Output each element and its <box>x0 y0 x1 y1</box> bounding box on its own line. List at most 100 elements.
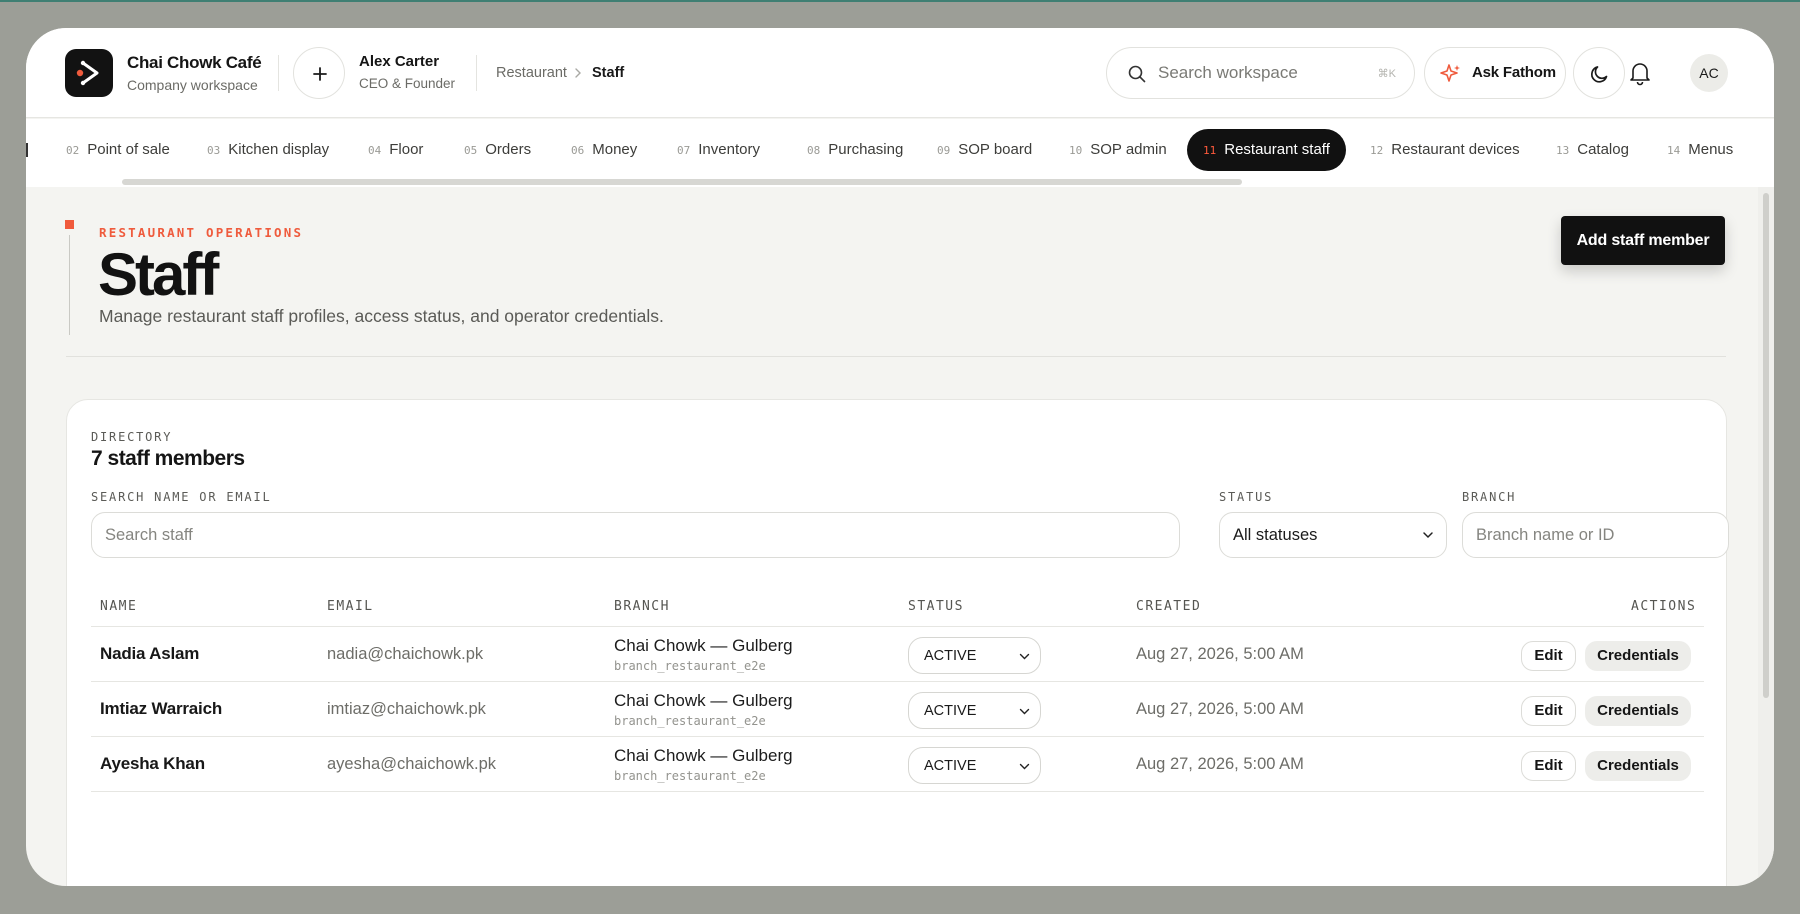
credentials-button[interactable]: Credentials <box>1585 641 1691 671</box>
col-header-status[interactable]: STATUS <box>908 599 964 614</box>
staff-status-value: ACTIVE <box>924 703 977 719</box>
table-row[interactable]: Ayesha Khan ayesha@chaichowk.pk Chai Cho… <box>67 737 1726 792</box>
col-header-actions: ACTIONS <box>1631 599 1697 614</box>
col-header-name[interactable]: NAME <box>100 599 137 614</box>
top-strip <box>0 0 1800 2</box>
staff-status-select[interactable]: ACTIVE <box>908 637 1041 674</box>
tab-number: 03 <box>207 144 221 157</box>
top-header: Chai Chowk Café Company workspace Alex C… <box>26 28 1774 118</box>
staff-status-select[interactable]: ACTIVE <box>908 747 1041 784</box>
staff-name: Ayesha Khan <box>100 754 205 773</box>
add-staff-button[interactable]: Add staff member <box>1561 216 1725 265</box>
tab-sop-board[interactable]: 09 SOP board <box>937 129 1032 171</box>
tab-number: 07 <box>677 144 691 157</box>
tab-number: 14 <box>1667 144 1681 157</box>
moon-icon <box>1591 66 1608 83</box>
tab-label: Orders <box>485 141 532 158</box>
tab-catalog[interactable]: 13 Catalog <box>1556 129 1629 171</box>
staff-created: Aug 27, 2026, 5:00 AM <box>1136 645 1304 663</box>
credentials-button[interactable]: Credentials <box>1585 751 1691 781</box>
col-header-branch[interactable]: BRANCH <box>614 599 670 614</box>
tab-number: 11 <box>1203 144 1217 157</box>
chevron-down-icon <box>1019 653 1030 660</box>
breadcrumb-current: Staff <box>592 65 625 81</box>
tabs-scrollbar[interactable] <box>122 179 1242 185</box>
tab-point-of-sale[interactable]: 02 Point of sale <box>66 129 170 171</box>
staff-directory-card: DIRECTORY 7 staff members SEARCH NAME OR… <box>66 399 1729 886</box>
edit-button[interactable]: Edit <box>1521 696 1576 726</box>
staff-status-value: ACTIVE <box>924 648 977 664</box>
page-description: Manage restaurant staff profiles, access… <box>99 306 664 326</box>
staff-created: Aug 27, 2026, 5:00 AM <box>1136 755 1304 773</box>
tab-orders[interactable]: 05 Orders <box>464 129 531 171</box>
staff-status-value: ACTIVE <box>924 758 977 774</box>
staff-created: Aug 27, 2026, 5:00 AM <box>1136 700 1304 718</box>
staff-email: imtiaz@chaichowk.pk <box>327 700 486 718</box>
page-title: Staff <box>98 241 219 308</box>
tab-label: Restaurant devices <box>1391 141 1520 158</box>
tab-inventory[interactable]: 07 Inventory <box>677 129 760 171</box>
tab-restaurant-devices[interactable]: 12 Restaurant devices <box>1370 129 1520 171</box>
staff-branch: Chai Chowk — Gulberg <box>614 691 793 710</box>
tab-number: 09 <box>937 144 951 157</box>
status-select[interactable]: All statuses <box>1219 512 1447 558</box>
ask-fathom-label: Ask Fathom <box>1472 64 1556 81</box>
chevron-down-icon <box>1423 532 1433 539</box>
staff-branch: Chai Chowk — Gulberg <box>614 746 793 765</box>
user-role: CEO & Founder <box>359 76 456 91</box>
workspace-name: Chai Chowk Café <box>127 53 262 72</box>
user-name[interactable]: Alex Carter <box>359 53 439 70</box>
tab-label: Point of sale <box>87 141 170 158</box>
col-header-created[interactable]: CREATED <box>1136 599 1201 614</box>
tab-purchasing[interactable]: 08 Purchasing <box>807 129 903 171</box>
tab-label: Catalog <box>1577 141 1629 158</box>
branch-filter-label: BRANCH <box>1462 490 1517 504</box>
breadcrumb-parent[interactable]: Restaurant <box>496 65 567 81</box>
tab-restaurant-staff[interactable]: 11 Restaurant staff <box>1187 129 1346 171</box>
chevron-right-icon <box>575 68 581 78</box>
table-row[interactable]: Nadia Aslam nadia@chaichowk.pk Chai Chow… <box>67 627 1726 682</box>
tab-number: 08 <box>807 144 821 157</box>
page-eyebrow: RESTAURANT OPERATIONS <box>99 225 304 240</box>
staff-status-select[interactable]: ACTIVE <box>908 692 1041 729</box>
chevron-down-icon <box>1019 708 1030 715</box>
table-row[interactable]: Imtiaz Warraich imtiaz@chaichowk.pk Chai… <box>67 682 1726 737</box>
user-avatar[interactable]: AC <box>1690 54 1728 92</box>
tab-floor[interactable]: 04 Floor <box>368 129 423 171</box>
bell-icon[interactable] <box>1628 60 1652 86</box>
tab-money[interactable]: 06 Money <box>571 129 637 171</box>
staff-search-placeholder: Search staff <box>105 526 193 544</box>
tab-label: Restaurant staff <box>1224 141 1330 158</box>
accent-rule <box>69 235 70 335</box>
tab-kitchen-display[interactable]: 03 Kitchen display <box>207 129 329 171</box>
workspace-logo[interactable] <box>65 49 113 97</box>
tab-edge <box>26 143 28 157</box>
row-divider <box>91 791 1704 792</box>
staff-search-input[interactable]: Search staff <box>91 512 1180 558</box>
edit-button[interactable]: Edit <box>1521 751 1576 781</box>
staff-branch: Chai Chowk — Gulberg <box>614 636 793 655</box>
theme-toggle-button[interactable] <box>1573 47 1625 99</box>
tab-label: Menus <box>1688 141 1734 158</box>
credentials-button[interactable]: Credentials <box>1585 696 1691 726</box>
col-header-email[interactable]: EMAIL <box>327 599 374 614</box>
edit-button[interactable]: Edit <box>1521 641 1576 671</box>
search-filter-label: SEARCH NAME OR EMAIL <box>91 490 272 504</box>
tab-number: 12 <box>1370 144 1384 157</box>
tab-number: 02 <box>66 144 80 157</box>
tab-sop-admin[interactable]: 10 SOP admin <box>1069 129 1167 171</box>
create-button[interactable] <box>293 47 345 99</box>
tab-menus[interactable]: 14 Menus <box>1667 129 1733 171</box>
page-scrollbar[interactable] <box>1763 193 1769 698</box>
branch-filter-input[interactable]: Branch name or ID <box>1462 512 1729 558</box>
staff-name: Imtiaz Warraich <box>100 699 223 718</box>
staff-branch-id: branch_restaurant_e2e <box>614 714 766 728</box>
ask-fathom-button[interactable]: Ask Fathom <box>1424 47 1566 99</box>
tab-number: 13 <box>1556 144 1570 157</box>
workspace-search[interactable]: Search workspace ⌘K <box>1106 47 1415 99</box>
tab-label: SOP admin <box>1090 141 1167 158</box>
directory-label: DIRECTORY <box>91 430 173 444</box>
workspace-subtitle: Company workspace <box>127 77 258 93</box>
app-window: Chai Chowk Café Company workspace Alex C… <box>26 28 1774 886</box>
tab-label: Floor <box>389 141 424 158</box>
